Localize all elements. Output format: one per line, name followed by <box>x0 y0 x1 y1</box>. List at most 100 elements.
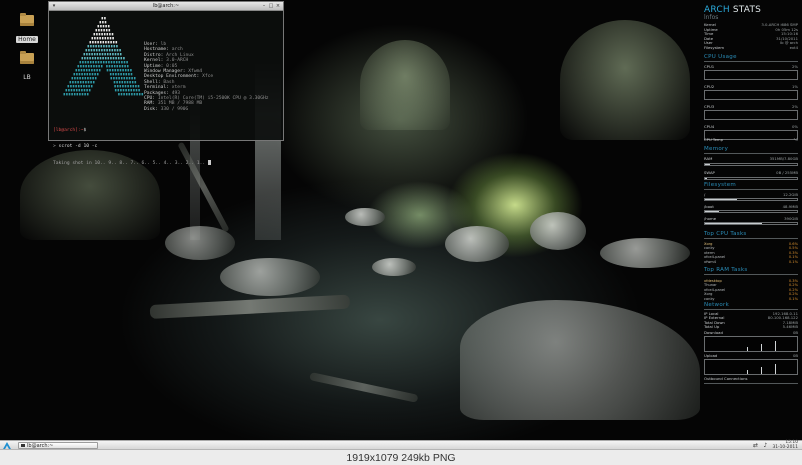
cpu-section-head: CPU Usage <box>704 54 737 60</box>
memory-row-value: 351MB/7.80GB <box>769 156 798 161</box>
sys-row-key: Filesystem <box>704 45 725 50</box>
network-icon[interactable]: ⇄ <box>752 442 758 449</box>
sys-row: Filesystem ext4 <box>704 45 798 50</box>
cpu-row-key: CPU2 <box>704 84 715 89</box>
arch-ascii-logo <box>63 17 144 96</box>
terminal-window[interactable]: ▾ lb@arch:~ – □ × User: lb Hostname: arch… <box>48 1 284 166</box>
filesystem-bar-fill <box>705 211 719 212</box>
cpu-row: CPU2 1% <box>704 84 798 89</box>
section-rule <box>704 189 798 190</box>
maximize-button[interactable]: □ <box>268 3 274 9</box>
close-button[interactable]: × <box>275 3 281 9</box>
window-title: lb@arch:~ <box>152 3 180 9</box>
info-value: 3.0-ARCH <box>166 58 189 64</box>
memory-row: RAM 351MB/7.80GB <box>704 156 798 161</box>
info-value: 493 <box>171 90 180 96</box>
memory-bar <box>704 177 798 180</box>
prompt-symbol: $ <box>83 127 87 133</box>
filesystem-bar-fill <box>705 223 763 224</box>
sys-row-value: ext4 <box>789 45 798 50</box>
info-value: xterm <box>171 85 186 91</box>
cpu-row-key: CPU1 <box>704 64 715 69</box>
upload-row: Upload 0B <box>704 353 798 358</box>
clock-date: 31-10-2011 <box>772 444 798 450</box>
info-key: Uptime: <box>144 63 164 69</box>
section-rule <box>704 61 798 62</box>
cpu-row-value: 1% <box>791 84 798 89</box>
taskbar-item-terminal[interactable]: lb@arch:~ <box>18 442 98 449</box>
desktop-icon-lb[interactable]: LB <box>14 51 40 83</box>
graph-spike <box>775 341 776 351</box>
download-row: Download 0B <box>704 330 798 335</box>
filesystem-section-head: Filesystem <box>704 182 737 188</box>
network-row-key: Total Up <box>704 324 720 330</box>
graph-spike <box>747 347 748 351</box>
ram-task-row: conky 0.1% <box>704 297 798 301</box>
graph-spike <box>761 344 762 351</box>
info-key: Packages: <box>144 90 169 96</box>
upload-row-key: Upload <box>704 353 718 358</box>
info-value: 351 MB / 7988 MB <box>157 101 203 107</box>
network-row: Total Up 5.46MiB <box>704 324 798 330</box>
upload-graph <box>704 359 798 375</box>
taskbar: lb@arch:~ ⇄ ♪ 15:10 31-10-2011 <box>0 440 802 450</box>
desktop-icon-home[interactable]: Home <box>14 13 40 45</box>
cpu-temp: CPU Temp °C <box>704 137 798 142</box>
info-value: Xfce <box>202 74 214 80</box>
info-value: 0:05 <box>166 63 178 69</box>
memory-row-key: SWAP <box>704 170 715 175</box>
graph-spike <box>747 370 748 374</box>
filesystem-bar <box>704 210 798 213</box>
system-info: User: lb Hostname: arch Distro: Arch Linux… <box>144 42 269 112</box>
download-row-value: 0B <box>792 330 798 335</box>
info-key: Disk: <box>144 106 158 112</box>
command-text: scrot -d 10 -c <box>58 144 98 150</box>
cpu-graph <box>704 70 798 80</box>
terminal-output: [lb@arch]:~$ > scrot -d 10 -c Taking sho… <box>53 117 211 177</box>
graph-spike <box>775 364 776 374</box>
filesystem-row-key: /boot <box>704 204 714 209</box>
section-rule <box>704 238 798 239</box>
memory-row-value: 0B / 255MB <box>776 170 798 175</box>
filesystem-row-value: 12.2GiB <box>782 192 798 197</box>
image-caption: 1919x1079 249kb PNG <box>346 452 456 464</box>
cpu-tasks-head: Top CPU Tasks <box>704 231 747 237</box>
taskbar-item-label: lb@arch:~ <box>27 443 54 449</box>
cpu-row-key: CPU3 <box>704 104 715 109</box>
filesystem-row-value: 390GiB <box>784 216 798 221</box>
desktop-icon-label: Home <box>16 36 38 43</box>
window-titlebar[interactable]: ▾ lb@arch:~ – □ × <box>49 2 283 11</box>
countdown-text: Taking shot in 10.. 9.. 8.. 7.. 6.. 5.. … <box>53 161 206 167</box>
filesystem-row-value: 48.9MiB <box>782 204 798 209</box>
cpu-row-value: 0% <box>791 124 798 129</box>
stats-host: lnfos <box>704 14 719 21</box>
clock[interactable]: 15:10 31-10-2011 <box>772 440 798 450</box>
memory-section-head: Memory <box>704 146 729 152</box>
cpu-row-key: CPU4 <box>704 124 715 129</box>
task-name: conky <box>704 296 715 301</box>
filesystem-row: /boot 48.9MiB <box>704 204 798 209</box>
cpu-row-value: 2% <box>791 104 798 109</box>
memory-row: SWAP 0B / 255MB <box>704 170 798 175</box>
volume-icon[interactable]: ♪ <box>762 442 768 449</box>
filesystem-row-key: / <box>704 192 706 197</box>
info-value: 330 / 990G <box>160 106 189 112</box>
filesystem-bar-fill <box>705 199 738 200</box>
memory-bar <box>704 163 798 166</box>
prompt-user: [lb@arch]:~ <box>53 127 84 133</box>
section-rule <box>704 274 798 275</box>
outbound-label: Outbound Connections <box>704 376 748 381</box>
cpu-row: CPU3 2% <box>704 104 798 109</box>
cpu-temp-value: °C <box>793 137 798 142</box>
arch-logo-icon[interactable] <box>2 442 12 449</box>
task-pct: 0.1% <box>788 259 798 264</box>
info-key: Kernel: <box>144 58 164 64</box>
minimize-button[interactable]: – <box>261 3 267 9</box>
memory-bar-fill <box>705 164 710 165</box>
section-rule <box>704 309 798 310</box>
cpu-temp-key: CPU Temp <box>704 137 724 142</box>
cpu-row: CPU4 0% <box>704 124 798 129</box>
upload-row-value: 0B <box>792 353 798 358</box>
text-cursor <box>207 160 211 166</box>
desktop-icon-label: LB <box>23 74 31 81</box>
